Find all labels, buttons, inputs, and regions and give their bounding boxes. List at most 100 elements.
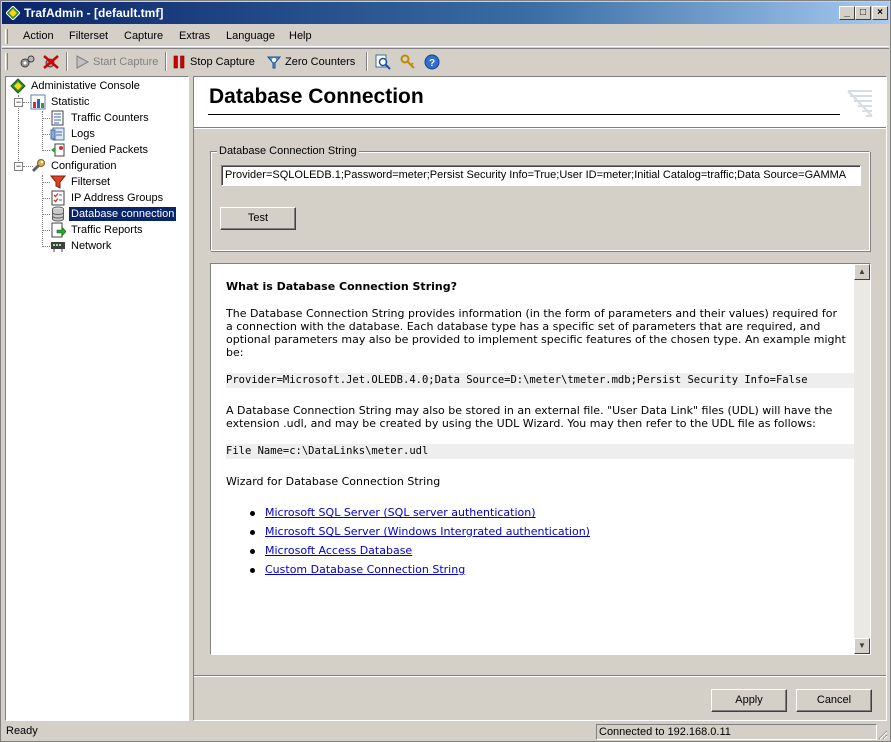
toolbar-grip[interactable]	[5, 53, 8, 70]
apply-button[interactable]: Apply	[711, 689, 787, 712]
help-panel: What is Database Connection String? The …	[210, 263, 871, 655]
bar-chart-icon	[30, 94, 46, 110]
list-item: Custom Database Connection String	[250, 563, 855, 582]
wrench-icon	[31, 159, 45, 173]
menu-filterset[interactable]: Filterset	[69, 30, 108, 42]
denied-packets-icon	[51, 143, 65, 157]
menu-help[interactable]: Help	[289, 30, 312, 42]
search-button[interactable]	[375, 52, 391, 71]
funnel-icon	[50, 175, 66, 189]
cancel-button[interactable]: Cancel	[796, 689, 872, 712]
checklist-icon	[51, 190, 65, 206]
help-heading: What is Database Connection String?	[226, 280, 457, 293]
tree-item-database-connection[interactable]: Database connection	[50, 206, 177, 222]
menu-action[interactable]: Action	[23, 30, 54, 42]
start-capture-button[interactable]: Start Capture	[74, 52, 158, 71]
content-pane: Database Connection Database Connection …	[193, 76, 887, 721]
help-button[interactable]: ?	[424, 52, 440, 71]
settings-button[interactable]	[18, 52, 36, 71]
toolbar: Start Capture Stop Capture Zero Counters	[2, 48, 889, 73]
scroll-down-button[interactable]: ▼	[854, 638, 870, 654]
status-bar: Ready Connected to 192.168.0.11	[2, 723, 889, 741]
tree-line	[42, 175, 43, 247]
tree-item-filterset[interactable]: Filterset	[50, 174, 112, 190]
header-divider	[194, 127, 886, 129]
help-paragraph: A Database Connection String may also be…	[226, 404, 833, 430]
reset-counter-icon	[266, 56, 282, 68]
tree-line	[42, 198, 50, 199]
close-button[interactable]: ×	[872, 6, 888, 20]
tree-item-traffic-counters[interactable]: Traffic Counters	[50, 110, 151, 126]
connection-string-group-label: Database Connection String	[217, 145, 359, 157]
tree-item-label: Denied Packets	[71, 144, 149, 156]
zero-counters-button[interactable]: Zero Counters	[266, 52, 355, 71]
tree-item-label: Administative Console	[31, 80, 140, 92]
maximize-button[interactable]: □	[855, 6, 871, 20]
help-scrollbar[interactable]: ▲ ▼	[854, 264, 870, 654]
link-custom-connection-string[interactable]: Custom Database Connection String	[265, 563, 465, 576]
tree-item-label: Filterset	[71, 176, 111, 188]
menu-capture[interactable]: Capture	[124, 30, 163, 42]
stop-capture-button[interactable]: Stop Capture	[171, 52, 255, 71]
tree-item-configuration[interactable]: Configuration	[30, 158, 118, 174]
app-icon	[6, 6, 20, 20]
database-icon	[52, 206, 64, 222]
minimize-button[interactable]: _	[839, 6, 855, 20]
navigation-tree[interactable]: − − Administative Console Statistic Traf…	[5, 76, 189, 721]
toolbar-separator	[366, 52, 368, 71]
connection-string-input[interactable]: Provider=SQLOLEDB.1;Password=meter;Persi…	[221, 165, 861, 186]
tree-expander-configuration[interactable]: −	[14, 162, 23, 171]
tree-line	[42, 134, 50, 135]
menu-grip[interactable]	[5, 29, 8, 44]
link-sql-server-windows-auth[interactable]: Microsoft SQL Server (Windows Intergrate…	[265, 525, 590, 538]
tree-item-logs[interactable]: Logs	[50, 126, 97, 142]
help-paragraph: The Database Connection String provides …	[226, 307, 846, 359]
toolbar-separator	[66, 52, 68, 71]
help-content: What is Database Connection String? The …	[211, 264, 855, 654]
tree-line	[42, 111, 43, 151]
network-icon	[51, 242, 65, 252]
pause-icon	[173, 55, 185, 68]
page-title: Database Connection	[209, 85, 424, 108]
resize-grip-icon[interactable]	[876, 728, 888, 740]
tree-item-statistic[interactable]: Statistic	[30, 94, 92, 110]
footer-divider	[194, 675, 886, 677]
svg-text:?: ?	[429, 58, 435, 69]
tree-item-ip-address-groups[interactable]: IP Address Groups	[50, 190, 165, 206]
link-access-database[interactable]: Microsoft Access Database	[265, 544, 412, 557]
magnifier-icon	[375, 54, 391, 70]
report-arrow-icon	[51, 222, 66, 238]
gears-cross-icon	[43, 54, 59, 69]
tree-item-label: Traffic Reports	[71, 224, 143, 236]
status-text: Ready	[6, 725, 38, 737]
tree-item-traffic-reports[interactable]: Traffic Reports	[50, 222, 145, 238]
tree-line	[42, 182, 50, 183]
tree-item-network[interactable]: Network	[50, 238, 113, 254]
document-watermark-icon	[847, 90, 873, 117]
disconnect-button[interactable]	[42, 52, 60, 71]
tree-item-root[interactable]: Administative Console	[10, 78, 142, 94]
test-button[interactable]: Test	[220, 207, 296, 230]
log-file-icon	[50, 127, 65, 141]
tree-item-denied-packets[interactable]: Denied Packets	[50, 142, 150, 158]
help-code-example: File Name=c:\DataLinks\meter.udl	[226, 444, 855, 459]
list-item: Microsoft SQL Server (SQL server authent…	[250, 506, 855, 525]
tree-item-label: Logs	[71, 128, 95, 140]
tree-item-label: Configuration	[51, 160, 117, 172]
title-bar[interactable]: TrafAdmin - [default.tmf] _ □ ×	[2, 2, 889, 24]
key-button[interactable]	[400, 52, 416, 71]
tree-line	[42, 230, 50, 231]
connection-string-group: Database Connection String Provider=SQLO…	[210, 145, 870, 251]
link-sql-server-auth[interactable]: Microsoft SQL Server (SQL server authent…	[265, 506, 536, 519]
scroll-up-button[interactable]: ▲	[854, 264, 870, 280]
list-item: Microsoft Access Database	[250, 544, 855, 563]
tree-line	[42, 118, 50, 119]
page-header: Database Connection	[194, 77, 886, 127]
tree-item-label: Traffic Counters	[71, 112, 149, 124]
toolbar-separator	[165, 52, 167, 71]
window-title: TrafAdmin - [default.tmf]	[24, 6, 164, 20]
menu-extras[interactable]: Extras	[179, 30, 210, 42]
app-window: TrafAdmin - [default.tmf] _ □ × Action F…	[0, 0, 891, 742]
menu-language[interactable]: Language	[226, 30, 275, 42]
tree-expander-statistic[interactable]: −	[14, 98, 23, 107]
